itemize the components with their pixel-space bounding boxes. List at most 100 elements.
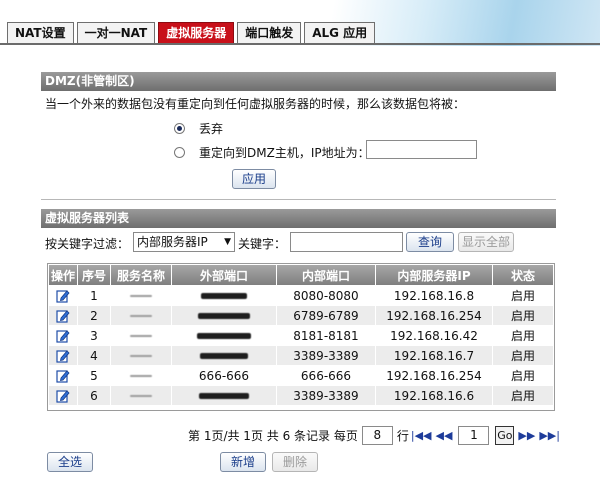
external-port-cell	[172, 386, 276, 405]
col-external-port: 外部端口	[172, 265, 276, 285]
internal-port: 8080-8080	[277, 286, 375, 305]
external-port-cell	[172, 286, 276, 305]
col-service-name: 服务名称	[111, 265, 171, 285]
col-index: 序号	[78, 265, 110, 285]
next-page-icon[interactable]: ▶▶	[518, 429, 535, 442]
col-status: 状态	[493, 265, 553, 285]
redacted-service-name	[130, 335, 152, 337]
dmz-ip-input[interactable]	[366, 140, 477, 159]
edit-icon[interactable]	[56, 309, 70, 323]
row-index: 5	[78, 366, 110, 385]
internal-ip: 192.168.16.254	[376, 306, 492, 325]
edit-icon[interactable]	[56, 369, 70, 383]
redacted-external-port	[198, 313, 250, 319]
page-info: 第 1页/共 1页 共 6 条记录 每页	[188, 429, 358, 443]
prev-page-icon[interactable]: ◀◀	[435, 429, 452, 442]
external-port: 666-666	[198, 368, 250, 383]
go-button[interactable]: Go	[495, 426, 515, 445]
vs-section-title: 虚拟服务器列表	[41, 209, 556, 228]
status: 启用	[493, 366, 553, 385]
redacted-external-port	[201, 293, 247, 299]
table-row: 5 666-666 666-666 192.168.16.254 启用	[49, 366, 553, 385]
last-page-icon[interactable]: ▶▶|	[539, 429, 560, 442]
external-port-cell	[172, 346, 276, 365]
col-internal-ip: 内部服务器IP	[376, 265, 492, 285]
select-all-button[interactable]: 全选	[47, 452, 93, 472]
per-page-input[interactable]: 8	[361, 426, 393, 445]
row-unit: 行	[396, 429, 409, 443]
redacted-service-name	[130, 355, 152, 357]
show-all-button[interactable]: 显示全部	[458, 232, 514, 252]
edit-icon[interactable]	[56, 389, 70, 403]
redirect-label: 重定向到DMZ主机，IP地址为：	[199, 146, 370, 160]
apply-button[interactable]: 应用	[232, 169, 276, 189]
table-row: 3 8181-8181 192.168.16.42 启用	[49, 326, 553, 345]
row-index: 3	[78, 326, 110, 345]
col-action: 操作	[49, 265, 77, 285]
internal-port: 3389-3389	[277, 346, 375, 365]
tab-bar: NAT设置 一对一NAT 虚拟服务器 端口触发 ALG 应用	[7, 22, 376, 44]
table-row: 4 3389-3389 192.168.16.7 启用	[49, 346, 553, 365]
redacted-external-port	[199, 393, 249, 399]
delete-button[interactable]: 删除	[272, 452, 318, 472]
keyword-input[interactable]	[290, 232, 403, 252]
external-port-cell	[172, 306, 276, 325]
service-name	[111, 286, 171, 305]
internal-port: 3389-3389	[277, 386, 375, 405]
chevron-down-icon: ▼	[224, 237, 231, 247]
filter-select-value: 内部服务器IP	[137, 235, 208, 249]
first-page-icon[interactable]: |◀◀	[411, 429, 432, 442]
status: 启用	[493, 306, 553, 325]
status: 启用	[493, 286, 553, 305]
table-row: 2 6789-6789 192.168.16.254 启用	[49, 306, 553, 325]
redacted-external-port	[197, 333, 251, 339]
status: 启用	[493, 346, 553, 365]
service-name	[111, 366, 171, 385]
edit-icon[interactable]	[56, 349, 70, 363]
service-name	[111, 386, 171, 405]
dmz-description: 当一个外来的数据包没有重定向到任何虚拟服务器的时候，那么该数据包将被：	[45, 97, 466, 111]
service-name	[111, 326, 171, 345]
internal-ip: 192.168.16.7	[376, 346, 492, 365]
redacted-service-name	[130, 395, 152, 397]
redacted-service-name	[130, 375, 152, 377]
external-port-cell: 666-666	[172, 366, 276, 385]
add-button[interactable]: 新增	[220, 452, 266, 472]
tab-divider	[0, 43, 600, 45]
query-button[interactable]: 查询	[406, 232, 454, 252]
internal-port: 8181-8181	[277, 326, 375, 345]
internal-port: 6789-6789	[277, 306, 375, 325]
internal-port: 666-666	[277, 366, 375, 385]
drop-radio[interactable]	[174, 123, 185, 134]
tab-nat-settings[interactable]: NAT设置	[7, 22, 74, 44]
row-index: 6	[78, 386, 110, 405]
pagination: 第 1页/共 1页 共 6 条记录 每页 8 行 |◀◀ ◀◀ 1 Go ▶▶ …	[188, 426, 562, 445]
section-divider	[41, 199, 556, 200]
filter-select[interactable]: 内部服务器IP ▼	[133, 232, 235, 252]
keyword-label: 关键字：	[238, 237, 287, 251]
redirect-radio[interactable]	[174, 147, 185, 158]
external-port-cell	[172, 326, 276, 345]
virtual-server-table: 操作 序号 服务名称 外部端口 内部端口 内部服务器IP 状态 1 8080-80…	[47, 263, 555, 411]
service-name	[111, 306, 171, 325]
dmz-drop-option[interactable]: 丢弃	[174, 120, 223, 137]
internal-ip: 192.168.16.6	[376, 386, 492, 405]
internal-ip: 192.168.16.254	[376, 366, 492, 385]
edit-icon[interactable]	[56, 329, 70, 343]
tab-virtual-server[interactable]: 虚拟服务器	[158, 22, 235, 44]
tab-alg[interactable]: ALG 应用	[304, 22, 376, 44]
redacted-service-name	[130, 315, 152, 317]
redacted-service-name	[130, 295, 152, 297]
dmz-section-title: DMZ(非管制区)	[41, 72, 556, 91]
drop-label: 丢弃	[199, 122, 224, 136]
internal-ip: 192.168.16.8	[376, 286, 492, 305]
row-index: 2	[78, 306, 110, 325]
edit-icon[interactable]	[56, 289, 70, 303]
tab-port-trigger[interactable]: 端口触发	[237, 22, 302, 44]
dmz-redirect-option[interactable]: 重定向到DMZ主机，IP地址为：	[174, 144, 370, 161]
table-header-row: 操作 序号 服务名称 外部端口 内部端口 内部服务器IP 状态	[49, 265, 553, 285]
page-number-input[interactable]: 1	[458, 426, 490, 445]
filter-label: 按关键字过滤：	[45, 237, 130, 251]
tab-one-to-one-nat[interactable]: 一对一NAT	[76, 22, 156, 44]
status: 启用	[493, 386, 553, 405]
